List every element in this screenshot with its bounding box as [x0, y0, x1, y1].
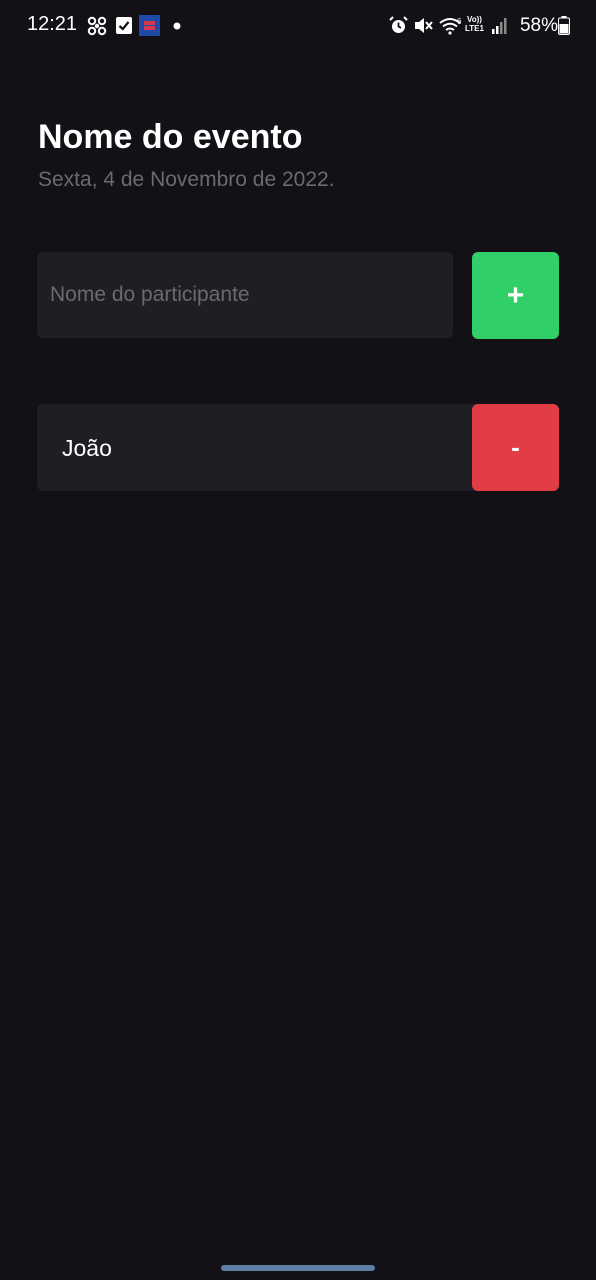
app-screen: 12:21 6 Vo)) LTE1 58% Nome do evento Sex… — [0, 0, 596, 1280]
event-date: Sexta, 4 de Novembro de 2022. — [38, 168, 335, 191]
alarm-icon — [389, 16, 408, 33]
home-indicator[interactable] — [221, 1265, 375, 1271]
signal-icon — [492, 18, 507, 34]
status-time: 12:21 — [27, 13, 78, 35]
wifi-icon: 6 — [439, 17, 462, 35]
network-type-label: Vo)) LTE1 — [465, 15, 484, 33]
remove-participant-button[interactable]: - — [472, 404, 559, 491]
volte-label: Vo)) — [467, 15, 482, 24]
battery-icon — [558, 16, 570, 35]
fan-icon — [87, 16, 107, 36]
lte-label: LTE1 — [465, 24, 484, 33]
event-title: Nome do evento — [38, 118, 303, 156]
participant-name-input[interactable] — [37, 252, 453, 338]
dot-icon — [173, 22, 181, 30]
calendar-app-icon — [139, 15, 160, 36]
battery-percent: 58% — [519, 15, 558, 36]
add-participant-button[interactable]: + — [472, 252, 559, 339]
svg-text:6: 6 — [457, 17, 462, 26]
status-bar: 12:21 6 Vo)) LTE1 58% — [0, 0, 596, 52]
mute-icon — [415, 18, 433, 33]
checkbox-icon — [116, 17, 132, 34]
participant-name: João — [62, 435, 112, 461]
